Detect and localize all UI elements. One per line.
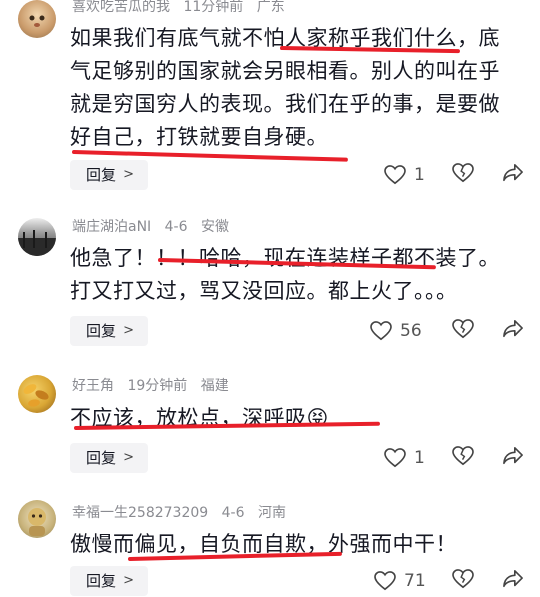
dislike-button[interactable]: [452, 163, 474, 187]
chevron-right-icon: >: [123, 323, 134, 338]
username[interactable]: 端庄湖泊aNI: [72, 219, 151, 235]
share-button[interactable]: [502, 163, 524, 187]
location: 安徽: [200, 219, 229, 235]
username[interactable]: 好王角: [72, 378, 114, 394]
comment-line: 不应该，放松点，深呼吸😝: [70, 402, 510, 435]
comment-line: 打又打又过，骂又没回应。都上火了。。。: [70, 279, 458, 303]
heart-icon: [374, 571, 396, 591]
avatar[interactable]: [18, 375, 56, 413]
comment-line: 他急了！！！哈哈，现在连装样子都不装了。: [70, 246, 500, 270]
broken-heart-icon: [452, 569, 474, 589]
comment-text: 如果我们有底气就不怕人家称乎我们什么，底 气足够别的国家就会另眼相看。别人的叫在…: [70, 22, 510, 154]
broken-heart-icon: [452, 163, 474, 183]
cat-avatar-icon: [29, 15, 45, 27]
share-arrow-icon: [503, 447, 523, 465]
share-arrow-icon: [503, 164, 523, 182]
comment-meta: 幸福一生258273209 4-6 河南: [72, 504, 295, 522]
like-count: 56: [400, 321, 422, 341]
timestamp: 4-6: [221, 505, 245, 521]
timestamp: 19分钟前: [127, 378, 188, 394]
broken-heart-icon: [452, 446, 474, 466]
comment-actions: 56: [360, 316, 530, 346]
like-button[interactable]: 56: [370, 319, 422, 343]
share-button[interactable]: [502, 319, 524, 343]
chevron-right-icon: >: [123, 450, 134, 465]
like-button[interactable]: 71: [374, 569, 426, 593]
landscape-avatar-icon: [18, 230, 56, 256]
like-count: 1: [414, 448, 425, 468]
like-count: 1: [414, 165, 425, 185]
heart-icon: [370, 321, 392, 341]
comment-actions: 71: [360, 566, 530, 596]
leaves-avatar-icon: [23, 384, 49, 407]
comment-text: 不应该，放松点，深呼吸😝: [70, 402, 510, 435]
reply-label: 回复: [86, 166, 117, 184]
share-arrow-icon: [503, 320, 523, 338]
avatar[interactable]: [18, 500, 56, 538]
comment-line: 气足够别的国家就会另眼相看。别人的叫在乎: [70, 59, 500, 83]
reply-button[interactable]: 回复 >: [70, 316, 148, 346]
avatar[interactable]: [18, 218, 56, 256]
share-button[interactable]: [502, 446, 524, 470]
reply-button[interactable]: 回复 >: [70, 160, 148, 190]
comment-actions: 1: [360, 160, 530, 190]
location: 福建: [200, 378, 229, 394]
share-arrow-icon: [503, 570, 523, 588]
comment-1: 喜欢吃苦瓜的我 11分钟前 广东 如果我们有底气就不怕人家称乎我们什么，底 气足…: [0, 0, 540, 200]
location: 广东: [256, 0, 285, 15]
comment-3: 好王角 19分钟前 福建 不应该，放松点，深呼吸😝 回复 > 1: [0, 375, 540, 480]
heart-icon: [384, 448, 406, 468]
timestamp: 4-6: [164, 219, 188, 235]
timestamp: 11分钟前: [183, 0, 244, 15]
comment-actions: 1: [360, 443, 530, 473]
reply-label: 回复: [86, 572, 117, 590]
like-button[interactable]: 1: [384, 163, 425, 187]
broken-heart-icon: [452, 319, 474, 339]
share-button[interactable]: [502, 569, 524, 593]
heart-icon: [384, 165, 406, 185]
comment-line: 好自己，打铁就要自身硬。: [70, 125, 328, 149]
comment-4: 幸福一生258273209 4-6 河南 傲慢而偏见，自负而自欺，外强而中干！ …: [0, 500, 540, 597]
like-button[interactable]: 1: [384, 446, 425, 470]
comment-meta: 好王角 19分钟前 福建: [72, 377, 238, 395]
comment-meta: 端庄湖泊aNI 4-6 安徽: [72, 218, 238, 236]
chevron-right-icon: >: [123, 573, 134, 588]
like-count: 71: [404, 571, 426, 591]
dislike-button[interactable]: [452, 319, 474, 343]
reply-button[interactable]: 回复 >: [70, 566, 148, 596]
comment-meta: 喜欢吃苦瓜的我 11分钟前 广东: [72, 0, 294, 16]
comment-text: 他急了！！！哈哈，现在连装样子都不装了。 打又打又过，骂又没回应。都上火了。。。: [70, 242, 510, 308]
chevron-right-icon: >: [123, 167, 134, 182]
dislike-button[interactable]: [452, 569, 474, 593]
comment-2: 端庄湖泊aNI 4-6 安徽 他急了！！！哈哈，现在连装样子都不装了。 打又打又…: [0, 218, 540, 358]
location: 河南: [257, 505, 286, 521]
avatar[interactable]: [18, 0, 56, 38]
character-avatar-icon: [28, 508, 46, 536]
comment-line: 就是穷国穷人的表现。我们在乎的事，是要做: [70, 92, 500, 116]
reply-button[interactable]: 回复 >: [70, 443, 148, 473]
username[interactable]: 幸福一生258273209: [72, 505, 208, 521]
reply-label: 回复: [86, 322, 117, 340]
reply-label: 回复: [86, 449, 117, 467]
username[interactable]: 喜欢吃苦瓜的我: [72, 0, 170, 15]
dislike-button[interactable]: [452, 446, 474, 470]
